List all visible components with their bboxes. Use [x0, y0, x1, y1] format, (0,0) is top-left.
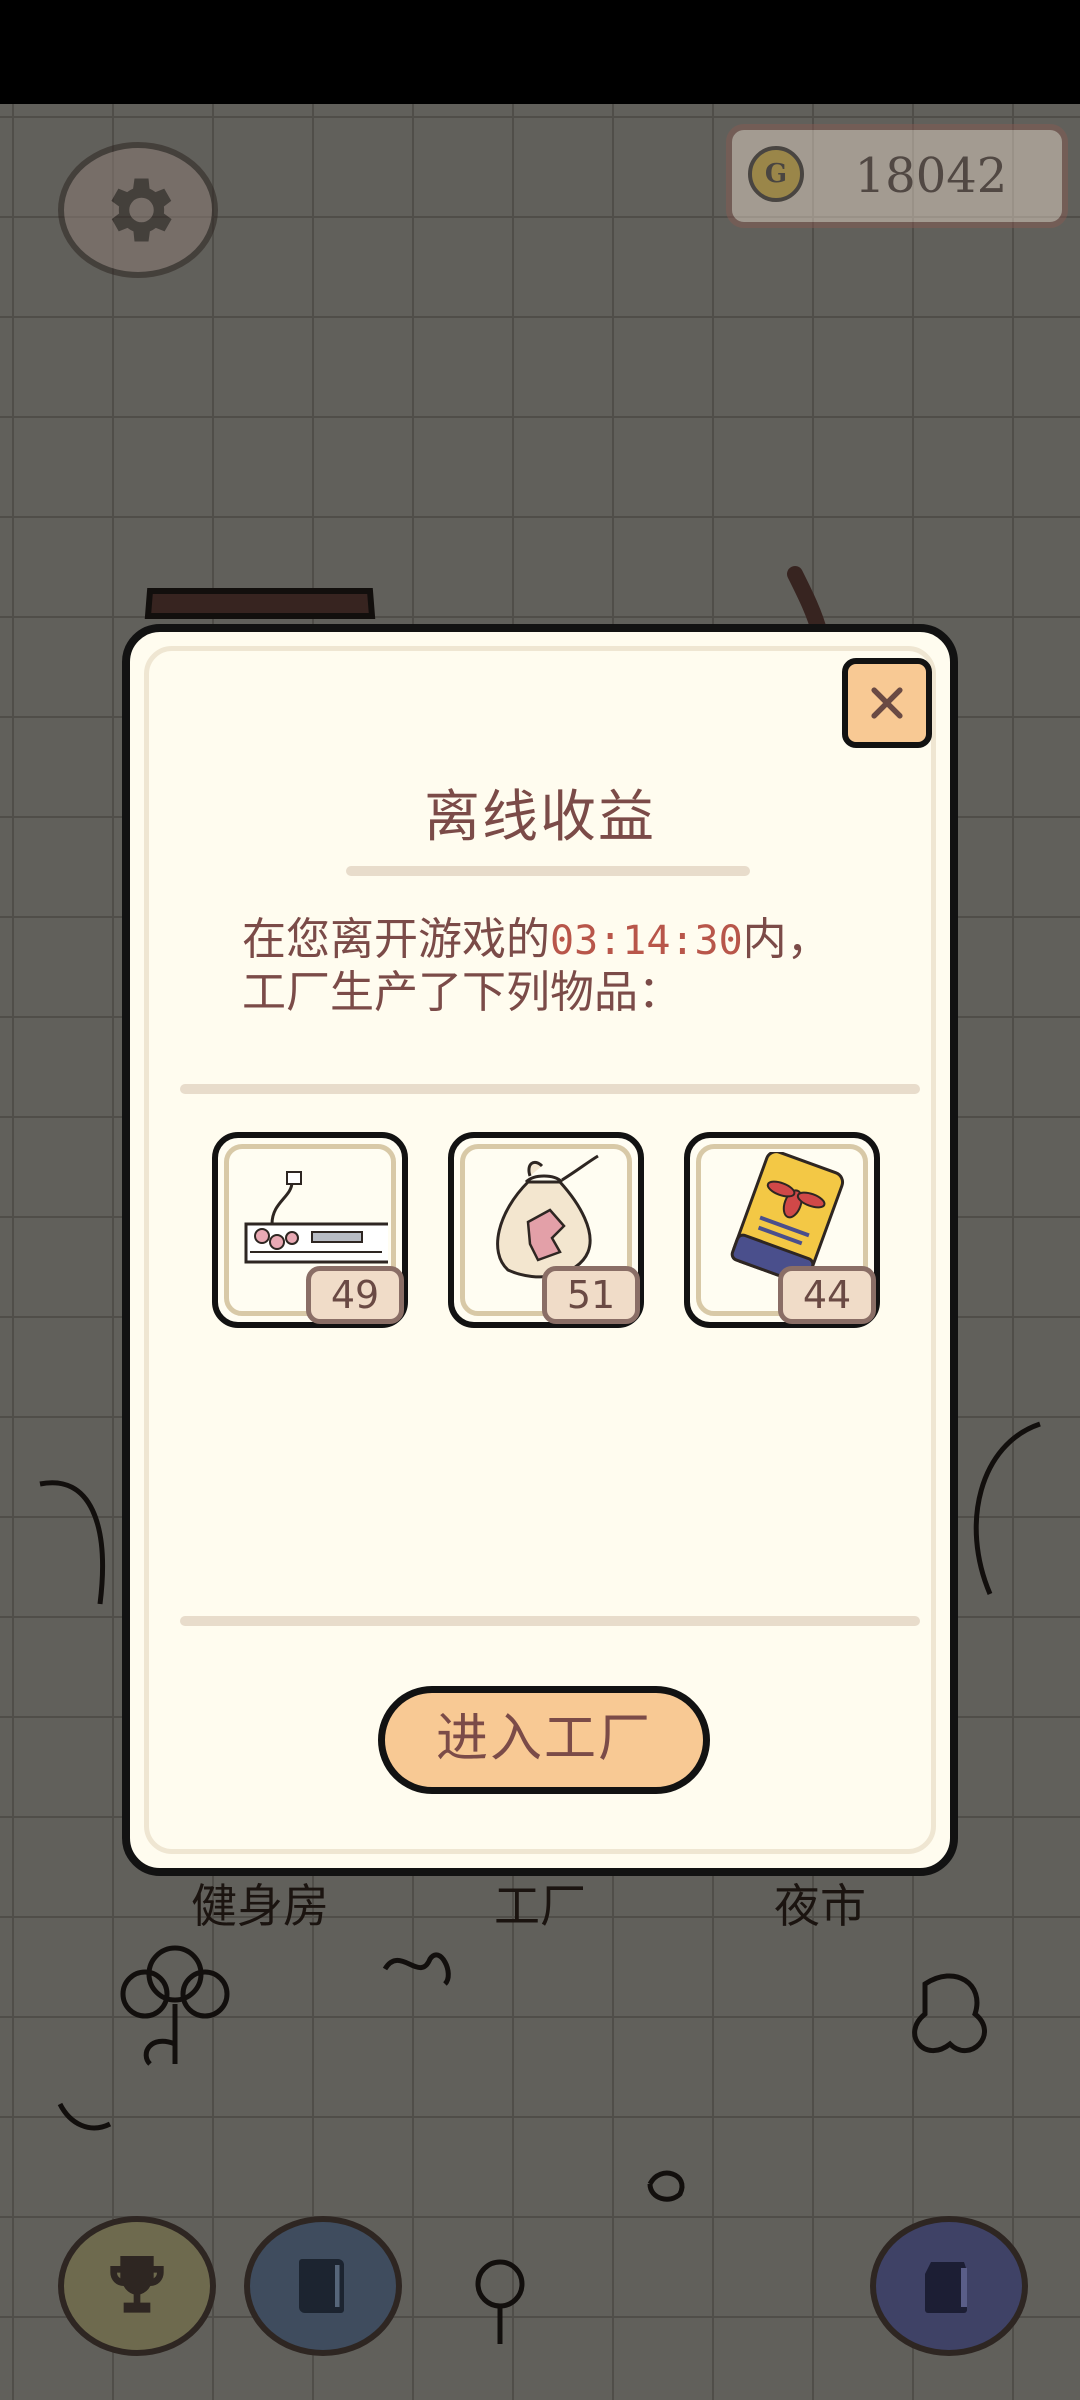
close-icon: [871, 687, 903, 719]
gear-icon: [111, 178, 172, 242]
close-button[interactable]: [842, 658, 932, 748]
message-line2: 工厂生产了下列物品：: [242, 967, 682, 1018]
items-bottom-divider: [180, 1616, 920, 1626]
reward-item-drink-can[interactable]: 44: [684, 1132, 880, 1328]
coin-value: 18042: [854, 148, 1008, 204]
book-button[interactable]: [244, 2216, 402, 2356]
book-icon: [299, 2259, 344, 2313]
reward-item-air-conditioner[interactable]: 49: [212, 1132, 408, 1328]
building-label-gym[interactable]: 健身房: [140, 1870, 380, 1936]
offline-message: 在您离开游戏的03:14:30内， 工厂生产了下列物品：: [242, 914, 862, 1019]
enter-factory-button[interactable]: 进入工厂: [378, 1686, 710, 1794]
bag-button[interactable]: [870, 2216, 1028, 2356]
building-label-night-market[interactable]: 夜市: [700, 1870, 940, 1936]
trophy-button[interactable]: [58, 2216, 216, 2356]
building-label-factory[interactable]: 工厂: [420, 1870, 660, 1936]
offline-time: 03:14:30: [550, 918, 743, 964]
reward-item-sack[interactable]: 51: [448, 1132, 644, 1328]
status-bar: [0, 0, 1080, 104]
message-suffix: 内，: [742, 914, 831, 965]
item-count: 49: [306, 1266, 404, 1324]
item-count: 51: [542, 1266, 640, 1324]
bag-icon: [925, 2262, 967, 2313]
cloth-sack-icon: [496, 1154, 599, 1279]
air-conditioner-icon: [244, 1171, 388, 1264]
settings-button[interactable]: [58, 142, 218, 278]
coin-icon: G: [748, 146, 804, 202]
trophy-icon: [110, 2256, 164, 2313]
offline-earnings-dialog: 离线收益 在您离开游戏的03:14:30内， 工厂生产了下列物品： 49 51: [122, 624, 958, 1876]
drink-can-icon: [730, 1152, 845, 1282]
dialog-title: 离线收益: [424, 785, 656, 850]
title-divider: [346, 866, 750, 876]
items-top-divider: [180, 1084, 920, 1094]
message-prefix: 在您离开游戏的: [242, 914, 550, 965]
item-count: 44: [778, 1266, 876, 1324]
coin-counter: G 18042: [726, 124, 1068, 228]
